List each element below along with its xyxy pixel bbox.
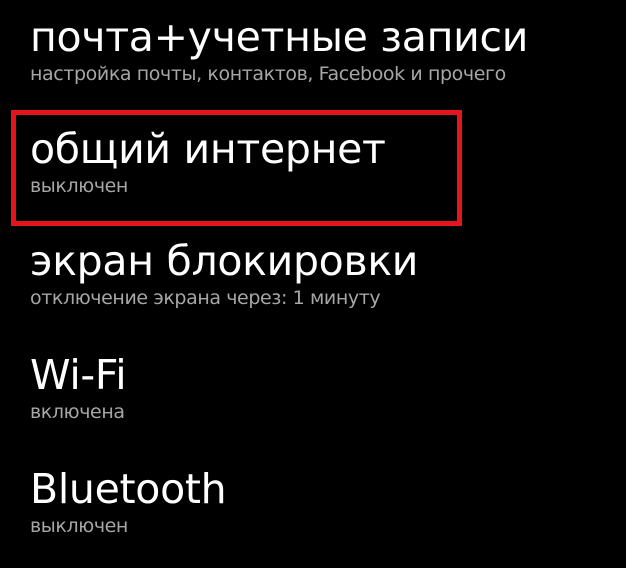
- settings-item-subtitle: настройка почты, контактов, Facebook и п…: [30, 63, 506, 85]
- settings-item-internet-sharing[interactable]: общий интернет выключен: [30, 124, 620, 198]
- settings-item-subtitle: включена: [30, 401, 125, 423]
- settings-list: почта+учетные записи настройка почты, ко…: [0, 0, 626, 568]
- settings-item-title: почта+учетные записи: [30, 13, 529, 61]
- settings-item-subtitle: выключен: [30, 515, 128, 537]
- settings-item-subtitle: выключен: [30, 175, 128, 197]
- settings-item-lock-screen[interactable]: экран блокировки отключение экрана через…: [30, 236, 620, 310]
- settings-item-title: Bluetooth: [30, 465, 227, 513]
- settings-item-bluetooth[interactable]: Bluetooth выключен: [30, 464, 620, 538]
- settings-item-title: общий интернет: [30, 125, 386, 173]
- settings-item-wifi[interactable]: Wi-Fi включена: [30, 350, 620, 424]
- settings-item-title: Wi-Fi: [30, 351, 127, 399]
- settings-item-title: экран блокировки: [30, 237, 419, 285]
- settings-item-subtitle: отключение экрана через: 1 минуту: [30, 287, 381, 309]
- settings-item-mail-accounts[interactable]: почта+учетные записи настройка почты, ко…: [30, 12, 620, 86]
